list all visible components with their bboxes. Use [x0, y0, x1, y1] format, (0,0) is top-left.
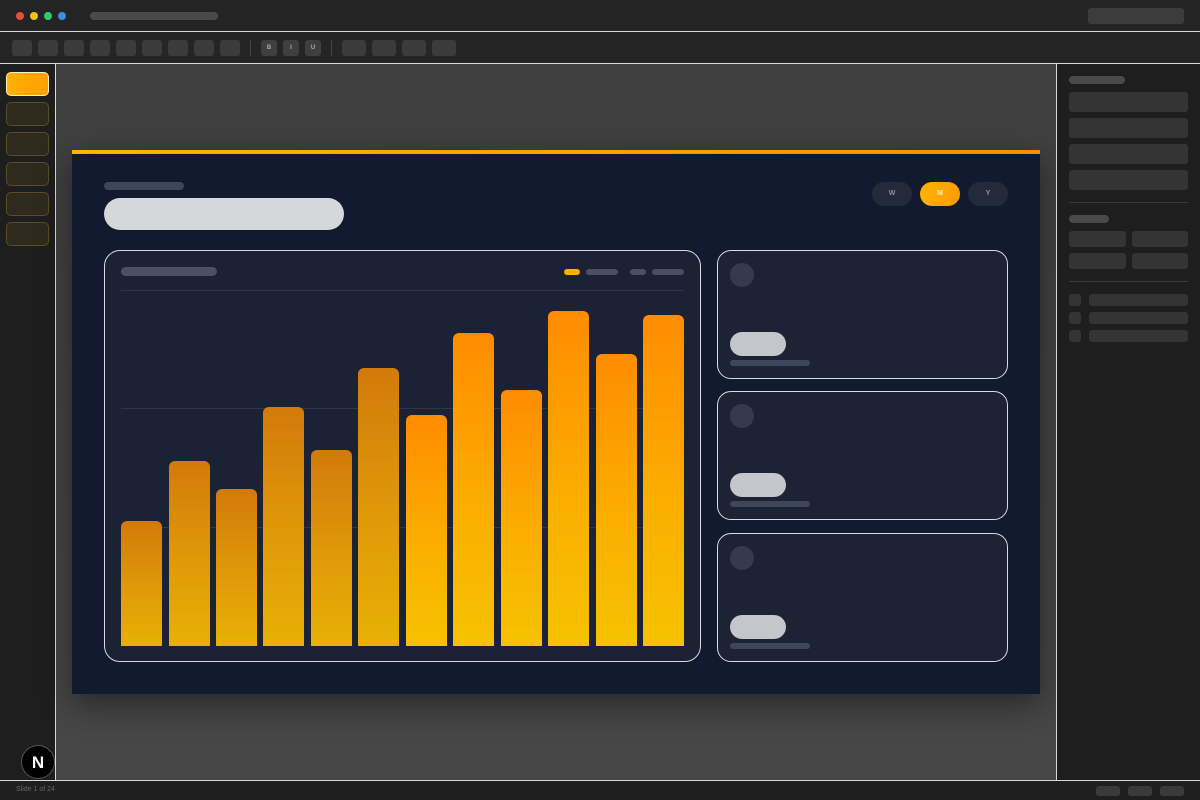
legend-swatch-secondary — [630, 269, 646, 275]
title-bar — [0, 0, 1200, 32]
editor-canvas[interactable]: W M Y — [56, 64, 1056, 780]
property-field-y[interactable] — [1132, 231, 1188, 247]
zoom-in-button[interactable] — [1160, 786, 1184, 796]
properties-section-header — [1069, 76, 1125, 84]
legend-label-primary — [586, 269, 618, 275]
stat-label — [730, 643, 810, 649]
slide-headline[interactable] — [104, 198, 344, 230]
layer-checkbox-2[interactable] — [1069, 312, 1081, 324]
property-field-h[interactable] — [1132, 253, 1188, 269]
document-title — [90, 12, 218, 20]
panel-divider — [1069, 281, 1188, 282]
toolbar-button-6[interactable] — [142, 40, 162, 56]
property-field-1[interactable] — [1069, 92, 1188, 112]
properties-section-header — [1069, 215, 1109, 223]
chart-bar-12 — [643, 315, 685, 646]
period-toggle-month[interactable]: M — [920, 182, 960, 206]
legend-swatch-primary — [564, 269, 580, 275]
close-window-icon[interactable] — [16, 12, 24, 20]
chart-bar-7 — [405, 415, 447, 646]
minimize-window-icon[interactable] — [30, 12, 38, 20]
slide-thumbnail-6[interactable] — [6, 222, 49, 246]
property-field-2[interactable] — [1069, 118, 1188, 138]
layer-item-3[interactable] — [1089, 330, 1188, 342]
toolbar-button-9[interactable] — [220, 40, 240, 56]
slide[interactable]: W M Y — [72, 150, 1040, 694]
panel-divider — [1069, 202, 1188, 203]
stat-value — [730, 473, 786, 497]
layer-item-1[interactable] — [1089, 294, 1188, 306]
toolbar: B I U — [0, 32, 1200, 64]
layer-checkbox-1[interactable] — [1069, 294, 1081, 306]
property-field-x[interactable] — [1069, 231, 1126, 247]
fullscreen-window-icon[interactable] — [58, 12, 66, 20]
chart-bar-2 — [168, 461, 210, 646]
chart-bar-5 — [310, 450, 352, 646]
toolbar-separator — [250, 40, 251, 56]
slide-accent-bar — [72, 150, 1040, 154]
stat-card-2[interactable] — [717, 391, 1008, 520]
stat-icon — [730, 546, 754, 570]
slide-thumbnail-1[interactable] — [6, 72, 49, 96]
slide-thumbnail-3[interactable] — [6, 132, 49, 156]
layer-item-2[interactable] — [1089, 312, 1188, 324]
chart-bar-4 — [263, 407, 305, 646]
properties-panel — [1056, 64, 1200, 780]
stat-value — [730, 332, 786, 356]
stat-value — [730, 615, 786, 639]
maximize-window-icon[interactable] — [44, 12, 52, 20]
chart-bar-8 — [453, 333, 495, 646]
slide-thumbnail-5[interactable] — [6, 192, 49, 216]
chart-bar-9 — [500, 390, 542, 646]
toolbar-button-3[interactable] — [64, 40, 84, 56]
chart-bar-10 — [548, 311, 590, 646]
toolbar-button-2[interactable] — [38, 40, 58, 56]
stat-icon — [730, 404, 754, 428]
chart-bar-3 — [215, 489, 257, 646]
toolbar-button-5[interactable] — [116, 40, 136, 56]
toolbar-button-10[interactable] — [342, 40, 366, 56]
toolbar-button-12[interactable] — [402, 40, 426, 56]
slide-counter: Slide 1 of 24 — [16, 786, 55, 793]
toolbar-button-13[interactable] — [432, 40, 456, 56]
toolbar-button-11[interactable] — [372, 40, 396, 56]
chart-bar-11 — [595, 354, 637, 646]
layer-checkbox-3[interactable] — [1069, 330, 1081, 342]
toolbar-button-8[interactable] — [194, 40, 214, 56]
chart-plot-area — [121, 291, 685, 646]
stat-label — [730, 360, 810, 366]
stat-label — [730, 501, 810, 507]
property-field-3[interactable] — [1069, 144, 1188, 164]
toolbar-button-7[interactable] — [168, 40, 188, 56]
chart-card[interactable] — [104, 250, 701, 662]
chart-bar-6 — [358, 368, 400, 646]
slide-thumbnail-panel — [0, 64, 56, 780]
stat-icon — [730, 263, 754, 287]
period-toggle-week[interactable]: W — [872, 182, 912, 206]
zoom-level-button[interactable] — [1128, 786, 1152, 796]
chart-title — [121, 267, 217, 276]
status-bar: Slide 1 of 24 — [0, 780, 1200, 800]
period-toggle-year[interactable]: Y — [968, 182, 1008, 206]
property-field-w[interactable] — [1069, 253, 1126, 269]
chart-bar-1 — [121, 521, 163, 646]
legend-label-secondary — [652, 269, 684, 275]
slide-thumbnail-4[interactable] — [6, 162, 49, 186]
property-field-4[interactable] — [1069, 170, 1188, 190]
stat-card-1[interactable] — [717, 250, 1008, 379]
zoom-out-button[interactable] — [1096, 786, 1120, 796]
share-button[interactable] — [1088, 8, 1184, 24]
toolbar-separator — [331, 40, 332, 56]
italic-button[interactable]: I — [283, 40, 299, 56]
toolbar-button-4[interactable] — [90, 40, 110, 56]
stat-card-3[interactable] — [717, 533, 1008, 662]
bold-button[interactable]: B — [261, 40, 277, 56]
toolbar-button-1[interactable] — [12, 40, 32, 56]
underline-button[interactable]: U — [305, 40, 321, 56]
slide-kicker — [104, 182, 184, 190]
n-logo-icon[interactable]: N — [21, 745, 55, 779]
slide-thumbnail-2[interactable] — [6, 102, 49, 126]
